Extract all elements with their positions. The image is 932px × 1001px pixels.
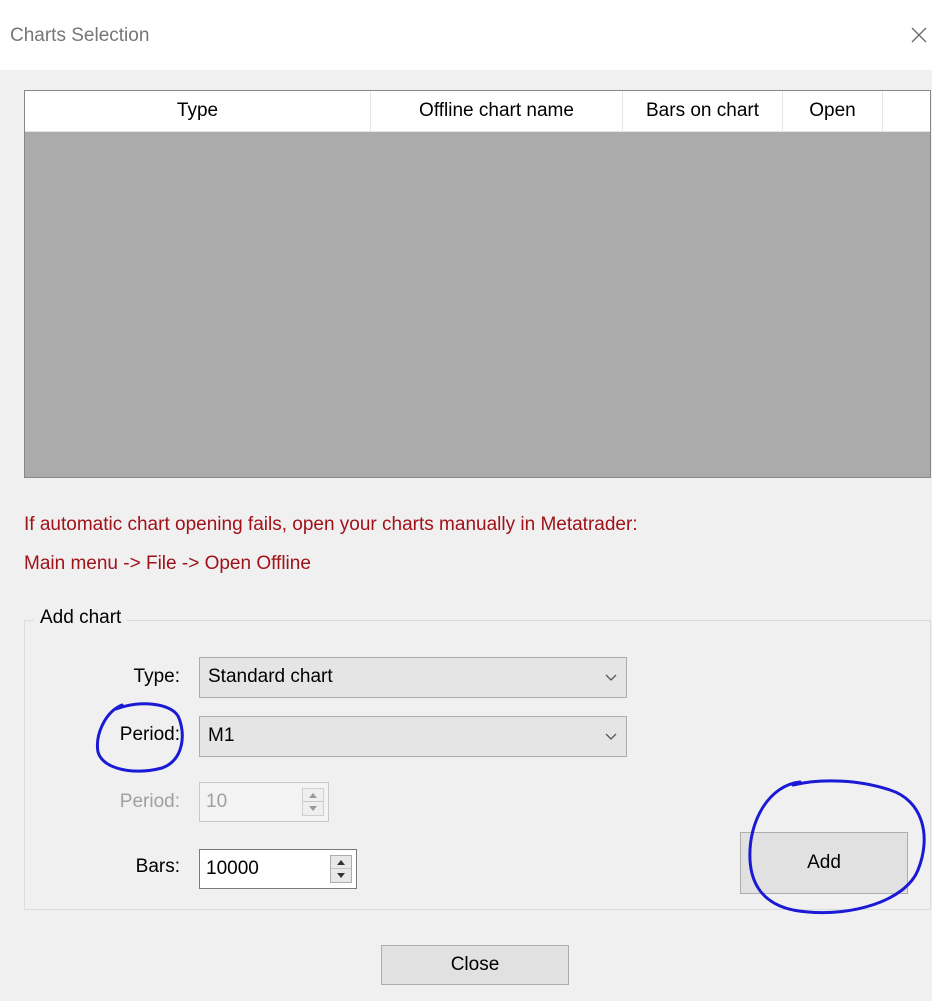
- arrow-up-icon: [309, 793, 317, 798]
- period-dropdown-value: M1: [208, 725, 235, 746]
- close-button[interactable]: Close: [381, 945, 569, 985]
- arrow-down-icon: [309, 806, 317, 811]
- column-header-offline-chart-name[interactable]: Offline chart name: [371, 91, 623, 131]
- hint-line-1: If automatic chart opening fails, open y…: [24, 514, 638, 535]
- column-header-open[interactable]: Open: [783, 91, 883, 131]
- custom-period-label: Period:: [119, 791, 180, 812]
- custom-period-stepper: 10: [199, 782, 329, 822]
- chevron-down-icon: [605, 733, 617, 740]
- bars-value[interactable]: 10000: [206, 858, 259, 880]
- type-dropdown[interactable]: Standard chart: [199, 657, 627, 698]
- charts-selection-dialog: Charts Selection Type Offline chart name…: [0, 0, 932, 1001]
- column-header-filler: [883, 91, 930, 131]
- column-header-bars-on-chart[interactable]: Bars on chart: [623, 91, 783, 131]
- arrow-up-icon: [337, 860, 345, 865]
- period-dropdown[interactable]: M1: [199, 716, 627, 757]
- bars-spin-buttons: [330, 855, 352, 883]
- charts-list[interactable]: Type Offline chart name Bars on chart Op…: [24, 90, 931, 478]
- title-bar: Charts Selection: [0, 0, 932, 70]
- bars-stepper[interactable]: 10000: [199, 849, 357, 889]
- column-header-type[interactable]: Type: [25, 91, 371, 131]
- chevron-down-icon: [605, 674, 617, 681]
- hint-line-2: Main menu -> File -> Open Offline: [24, 553, 311, 574]
- type-dropdown-value: Standard chart: [208, 666, 333, 687]
- custom-period-spin-buttons: [302, 788, 324, 816]
- spin-up-button: [303, 789, 323, 802]
- spin-down-button: [303, 802, 323, 815]
- spin-down-button[interactable]: [331, 869, 351, 882]
- arrow-down-icon: [337, 873, 345, 878]
- bars-label: Bars:: [135, 856, 180, 877]
- add-chart-group-label: Add chart: [34, 607, 128, 629]
- period-label: Period:: [119, 724, 180, 745]
- spin-up-button[interactable]: [331, 856, 351, 869]
- add-button[interactable]: Add: [740, 832, 908, 894]
- type-label: Type:: [133, 666, 180, 687]
- window-title: Charts Selection: [10, 25, 150, 46]
- custom-period-value: 10: [206, 791, 228, 812]
- close-icon[interactable]: [906, 22, 932, 48]
- list-header: Type Offline chart name Bars on chart Op…: [25, 91, 930, 132]
